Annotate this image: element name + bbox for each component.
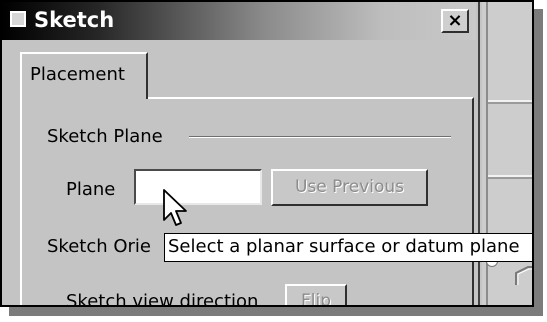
tooltip: Select a planar surface or datum plane bbox=[164, 233, 532, 262]
plane-reference-field[interactable] bbox=[134, 169, 262, 205]
sketch-plane-group-label: Sketch Plane bbox=[47, 126, 169, 148]
sketch-orientation-group-label: Sketch Orie bbox=[47, 236, 152, 257]
tab-placement[interactable]: Placement bbox=[20, 52, 148, 99]
background-divider bbox=[488, 177, 532, 179]
close-button[interactable]: × bbox=[441, 9, 469, 33]
sketch-view-direction-label: Sketch view direction bbox=[66, 291, 259, 307]
group-separator bbox=[189, 136, 451, 138]
title-bar[interactable]: Sketch × bbox=[2, 2, 476, 40]
background-divider bbox=[488, 102, 532, 104]
tab-label: Placement bbox=[30, 64, 125, 85]
background-toolbar-icon bbox=[515, 266, 532, 285]
dialog-title: Sketch bbox=[34, 8, 115, 32]
use-previous-button[interactable]: Use Previous bbox=[271, 169, 428, 206]
arrow-cursor-icon bbox=[163, 189, 187, 226]
close-icon: × bbox=[447, 10, 463, 31]
window-icon bbox=[10, 11, 26, 27]
plane-label: Plane bbox=[66, 179, 116, 200]
flip-button[interactable]: Flip bbox=[285, 284, 347, 305]
screenshot-frame: Sketch × Placement Sketch Plane Plane Us… bbox=[0, 0, 534, 307]
